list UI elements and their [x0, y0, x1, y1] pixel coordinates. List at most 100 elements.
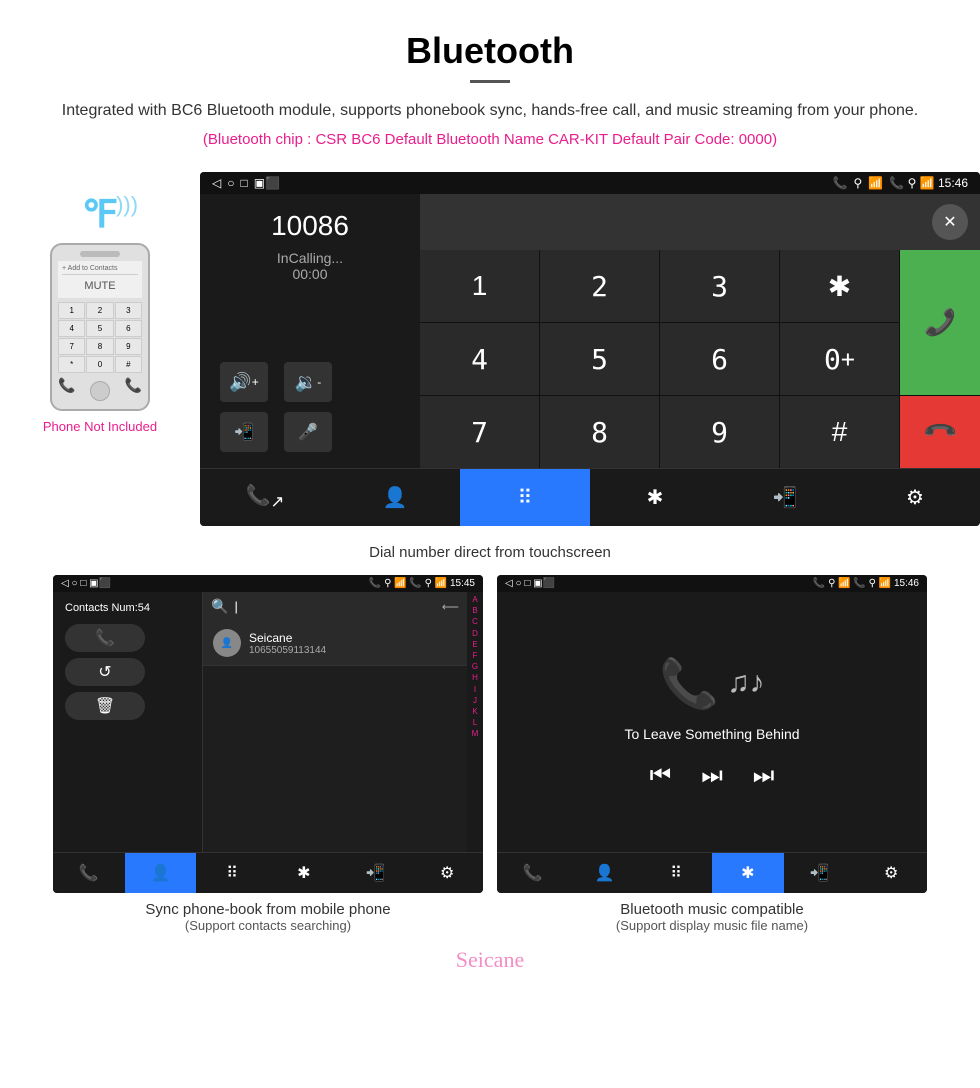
contacts-contacts-btn[interactable]: 👤 [125, 853, 197, 893]
music-caption-sub: (Support display music file name) [497, 918, 927, 933]
notif-icon-c: ▣⬛ [89, 578, 111, 589]
settings-btn[interactable]: ⚙ [850, 469, 980, 526]
music-settings-btn[interactable]: ⚙ [855, 853, 927, 893]
alpha-b: B [472, 605, 477, 616]
transfer-button[interactable]: 📲 [220, 412, 268, 452]
next-track-button[interactable]: ⏭ [753, 762, 775, 790]
back-icon-m: ◁ [505, 578, 513, 589]
key-1[interactable]: 1 [420, 250, 539, 322]
watermark-area: Seicane [0, 937, 980, 979]
song-title: To Leave Something Behind [624, 726, 799, 742]
sync-action-btn[interactable]: ↺ [65, 658, 145, 686]
bluetooth-btn[interactable]: ✱ [590, 469, 720, 526]
volume-down-button[interactable]: 🔉- [284, 362, 332, 402]
key-7[interactable]: 7 [420, 396, 539, 468]
key-hash[interactable]: # [780, 396, 899, 468]
call-icon-m: 📞 [813, 578, 825, 589]
contacts-phone-btn[interactable]: 📞 [53, 853, 125, 893]
contacts-caption-main: Sync phone-book from mobile phone [53, 901, 483, 918]
phone-end-icon: 📞 [125, 377, 142, 405]
numpad-area: ✕ 1 2 3 ✱ 📞 4 5 [420, 194, 980, 468]
contacts-dialpad-btn[interactable]: ⠿ [196, 853, 268, 893]
music-bt-btn[interactable]: ✱ [712, 853, 784, 893]
contacts-right-panel: 🔍 | ⟵ 👤 Seicane 10655059113144 [203, 592, 483, 852]
call-action-btn[interactable]: 📞 [65, 624, 145, 652]
dial-left-panel: 10086 InCalling... 00:00 🔊+ 🔉- 📲 � [200, 194, 420, 468]
music-contacts-btn[interactable]: 👤 [569, 853, 641, 893]
backspace-search-icon: ⟵ [442, 600, 459, 614]
phone-screen-label: + Add to Contacts [62, 265, 117, 272]
key-4[interactable]: 4 [420, 323, 539, 395]
phone-key-1: 1 [58, 302, 85, 319]
contacts-list: 🔍 | ⟵ 👤 Seicane 10655059113144 [203, 592, 467, 852]
key-3[interactable]: 3 [660, 250, 779, 322]
phone-speaker [80, 251, 120, 257]
handsfree-btn[interactable]: 📲 [720, 469, 850, 526]
prev-track-button[interactable]: ⏮ [650, 762, 672, 790]
recent-icon: □ [240, 176, 247, 190]
phone-key-3: 3 [115, 302, 142, 319]
alpha-h: H [472, 672, 478, 683]
contacts-status-right: 📞 ⚲ 📶 📞 ⚲ 📶 15:45 [369, 578, 475, 589]
music-phone-btn[interactable]: 📞 [497, 853, 569, 893]
time-c: 📞 ⚲ 📶 15:45 [409, 578, 475, 589]
music-playback-controls: ⏮ ⏭ ⏭ [650, 762, 775, 790]
contacts-handsfree-btn[interactable]: 📲 [340, 853, 412, 893]
volume-up-button[interactable]: 🔊+ [220, 362, 268, 402]
call-icon-c: 📞 [369, 578, 381, 589]
contacts-count: Contacts Num:54 [65, 602, 190, 614]
music-handsfree-btn[interactable]: 📲 [784, 853, 856, 893]
backspace-button[interactable]: ✕ [932, 204, 968, 240]
key-9[interactable]: 9 [660, 396, 779, 468]
music-caption: Bluetooth music compatible (Support disp… [497, 901, 927, 933]
signal-waves-icon: ))) [116, 192, 138, 218]
key-5[interactable]: 5 [540, 323, 659, 395]
bluetooth-signal-area: ℉ ))) [82, 192, 118, 237]
music-dialpad-btn[interactable]: ⠿ [640, 853, 712, 893]
call-button[interactable]: 📞 [900, 250, 980, 395]
main-dial-screen: ◁ ○ □ ▣⬛ 📞 ⚲ 📶 📞 ⚲ 📶 15:46 [200, 172, 980, 526]
time-display: 📞 ⚲ 📶 15:46 [889, 176, 968, 190]
alpha-j: J [473, 695, 477, 706]
phone-transfer-btn[interactable]: 📞↗ [200, 469, 330, 526]
notification-icon: ▣⬛ [254, 176, 280, 190]
header-section: Bluetooth Integrated with BC6 Bluetooth … [0, 0, 980, 172]
contacts-bt-btn[interactable]: ✱ [268, 853, 340, 893]
wifi-icon-c: 📶 [394, 578, 406, 589]
end-call-button[interactable]: 📞 [900, 396, 980, 468]
dial-body: 10086 InCalling... 00:00 🔊+ 🔉- 📲 � [200, 194, 980, 468]
music-notes-icon: ♫♪ [727, 666, 765, 700]
contacts-btn[interactable]: 👤 [330, 469, 460, 526]
alpha-f: F [473, 650, 478, 661]
key-8[interactable]: 8 [540, 396, 659, 468]
contacts-settings-btn[interactable]: ⚙ [411, 853, 483, 893]
phone-key-9: 9 [115, 338, 142, 355]
alpha-g: G [472, 661, 478, 672]
volume-controls: 🔊+ 🔉- [220, 362, 400, 402]
mic-button[interactable]: 🎤 [284, 412, 332, 452]
search-input[interactable]: | [234, 599, 435, 614]
call-status-icon: 📞 [833, 176, 848, 190]
alpha-k: K [472, 706, 477, 717]
contacts-body: Contacts Num:54 📞 ↺ 🗑 🔍 | ⟵ 👤 [53, 592, 483, 852]
phone-number-display: MUTE [62, 278, 138, 294]
key-0plus[interactable]: 0+ [780, 323, 899, 395]
main-status-bar: ◁ ○ □ ▣⬛ 📞 ⚲ 📶 📞 ⚲ 📶 15:46 [200, 172, 980, 194]
key-2[interactable]: 2 [540, 250, 659, 322]
brand-watermark: Seicane [456, 947, 524, 972]
delete-action-btn[interactable]: 🗑 [65, 692, 145, 720]
time-m: 📞 ⚲ 📶 15:46 [853, 578, 919, 589]
back-icon-c: ◁ [61, 578, 69, 589]
dialpad-btn[interactable]: ⠿ [460, 469, 590, 526]
dialed-number: 10086 [220, 210, 400, 242]
bluetooth-icon: ℉ [82, 192, 118, 237]
music-status-right: 📞 ⚲ 📶 📞 ⚲ 📶 15:46 [813, 578, 919, 589]
call-status-label: InCalling... [220, 250, 400, 266]
play-pause-button[interactable]: ⏭ [701, 762, 723, 790]
key-star[interactable]: ✱ [780, 250, 899, 322]
key-6[interactable]: 6 [660, 323, 779, 395]
phone-keypad: 1 2 3 4 5 6 7 8 9 * 0 # [58, 302, 142, 373]
contacts-empty-area [203, 666, 467, 826]
bottom-screens-row: ◁ ○ □ ▣⬛ 📞 ⚲ 📶 📞 ⚲ 📶 15:45 Contacts Num:… [0, 575, 980, 893]
contact-item-seicane[interactable]: 👤 Seicane 10655059113144 [203, 621, 467, 666]
